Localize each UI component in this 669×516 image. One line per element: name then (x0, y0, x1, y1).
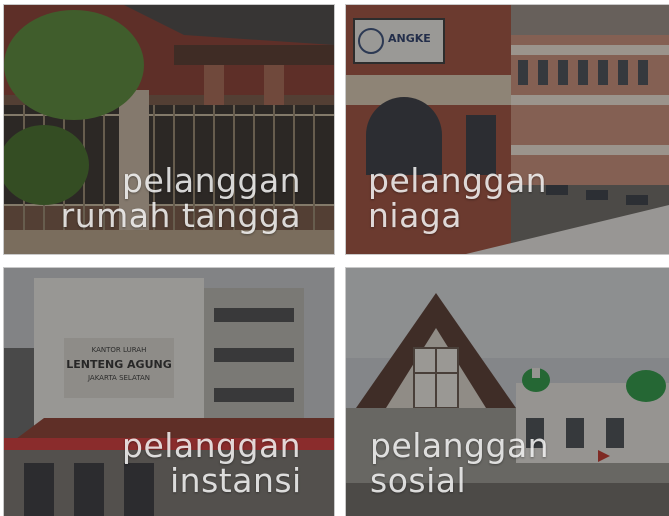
tile-rumah-tangga[interactable]: pelanggan rumah tangga (4, 5, 334, 254)
caption-line1: pelanggan (122, 161, 302, 200)
caption-line1: pelanggan (368, 161, 548, 200)
caption-line2: sosial (370, 461, 467, 500)
caption-line2: rumah tangga (60, 196, 302, 235)
caption-line1: pelanggan (370, 426, 550, 465)
caption-line1: pelanggan (122, 426, 302, 465)
tile-sosial[interactable]: pelanggan sosial (346, 268, 669, 516)
caption-line2: niaga (368, 196, 462, 235)
tile-caption: pelanggan niaga (368, 163, 547, 233)
tile-caption: pelanggan sosial (370, 428, 549, 498)
tile-caption: pelanggan rumah tangga (60, 163, 301, 233)
tile-niaga[interactable]: ANGKE pelanggan niaga (346, 5, 669, 254)
customer-category-grid: pelanggan rumah tangga ANGKE pelanggan n… (0, 0, 669, 516)
tile-caption: pelanggan instansi (122, 428, 302, 498)
caption-line2: instansi (170, 461, 302, 500)
tile-instansi[interactable]: KANTOR LURAH LENTENG AGUNG JAKARTA SELAT… (4, 268, 334, 516)
